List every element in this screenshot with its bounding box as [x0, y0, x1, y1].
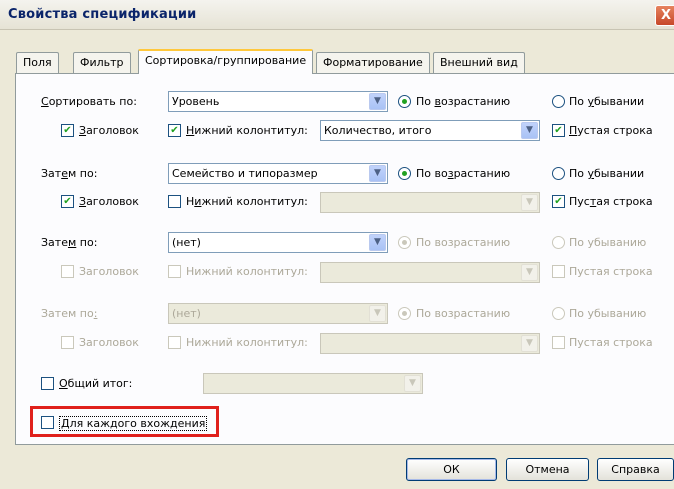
help-button[interactable]: Справка [597, 458, 674, 481]
footer-label-4: Нижний колонтитул: [186, 336, 308, 349]
blank-line-checkbox-4 [552, 336, 565, 349]
chevron-down-icon: ▼ [521, 264, 538, 281]
tab-appearance[interactable]: Внешний вид [433, 52, 525, 73]
then-by-ascending-label-4: По возрастанию [416, 307, 511, 320]
chevron-down-icon: ▼ [521, 194, 538, 211]
chevron-down-icon: ▼ [404, 375, 421, 392]
then-by-ascending-radio-2[interactable] [398, 167, 411, 180]
header-label-2: Заголовок [79, 195, 139, 208]
then-by-descending-radio-2[interactable] [552, 167, 565, 180]
footer-select-2: ▼ [320, 192, 540, 213]
footer-checkbox-4 [168, 336, 181, 349]
then-by-select-3[interactable]: (нет) ▼ [168, 232, 388, 253]
footer-select-1[interactable]: Количество, итого ▼ [320, 120, 540, 141]
then-by-descending-radio-4 [552, 307, 565, 320]
cancel-button[interactable]: Отмена [506, 458, 589, 481]
tab-formatting[interactable]: Форматирование [316, 52, 430, 73]
highlight-annotation [30, 406, 219, 437]
tab-sorting-grouping[interactable]: Сортировка/группирование [138, 49, 314, 74]
header-checkbox-2[interactable]: ✔ [61, 195, 74, 208]
then-by-select-4: (нет) ▼ [168, 303, 388, 324]
chevron-down-icon: ▼ [369, 305, 386, 322]
tab-fields[interactable]: Поля [16, 52, 59, 73]
footer-checkbox-3 [168, 265, 181, 278]
chevron-down-icon: ▼ [369, 234, 386, 251]
sort-by-descending-radio[interactable] [552, 95, 565, 108]
header-label-1: Заголовок [79, 124, 139, 137]
then-by-descending-label-4: По убыванию [569, 307, 647, 320]
window-title: Свойства спецификации [8, 7, 197, 22]
blank-line-label-3: Пустая строка [569, 265, 653, 278]
chevron-down-icon: ▼ [369, 165, 386, 182]
blank-line-label-2: Пустая строка [569, 195, 653, 208]
then-by-ascending-radio-4 [398, 307, 411, 320]
then-by-label-3: Затем по: [41, 236, 98, 249]
header-checkbox-3 [61, 265, 74, 278]
footer-select-3: ▼ [320, 262, 540, 283]
footer-checkbox-2[interactable] [168, 195, 181, 208]
footer-select-4: ▼ [320, 333, 540, 354]
tab-filter[interactable]: Фильтр [73, 52, 131, 73]
chevron-down-icon: ▼ [369, 93, 386, 110]
blank-line-label-4: Пустая строка [569, 336, 653, 349]
header-checkbox-1[interactable]: ✔ [61, 124, 74, 137]
footer-label-1: Нижний колонтитул: [186, 124, 308, 137]
blank-line-label-1: Пустая строка [569, 124, 653, 137]
grand-total-label: Общий итог: [59, 377, 133, 390]
then-by-ascending-label-3: По возрастанию [416, 236, 511, 249]
header-label-3: Заголовок [79, 265, 139, 278]
chevron-down-icon: ▼ [521, 122, 538, 139]
header-checkbox-4 [61, 336, 74, 349]
then-by-select-2[interactable]: Семейство и типоразмер ▼ [168, 163, 388, 184]
then-by-descending-label-2: По убывании [569, 167, 645, 180]
close-button[interactable]: X [655, 5, 674, 26]
sort-by-label: Сортировать по: [41, 95, 137, 108]
header-label-4: Заголовок [79, 336, 139, 349]
sort-by-ascending-label: По возрастанию [416, 95, 511, 108]
chevron-down-icon: ▼ [521, 335, 538, 352]
grand-total-select: ▼ [203, 373, 423, 394]
then-by-label-2: Затем по: [41, 167, 98, 180]
sort-by-descending-label: По убывании [569, 95, 645, 108]
sort-by-select[interactable]: Уровень ▼ [168, 91, 388, 112]
footer-label-2: Нижний колонтитул: [186, 195, 308, 208]
sort-by-ascending-radio[interactable] [398, 95, 411, 108]
grand-total-checkbox[interactable] [41, 377, 54, 390]
then-by-label-4: Затем по: [41, 307, 98, 320]
then-by-ascending-radio-3 [398, 236, 411, 249]
then-by-ascending-label-2: По возрастанию [416, 167, 511, 180]
then-by-descending-label-3: По убыванию [569, 236, 647, 249]
blank-line-checkbox-2[interactable]: ✔ [552, 195, 565, 208]
ok-button[interactable]: ОК [406, 458, 497, 481]
blank-line-checkbox-1[interactable]: ✔ [552, 124, 565, 137]
footer-label-3: Нижний колонтитул: [186, 265, 308, 278]
blank-line-checkbox-3 [552, 265, 565, 278]
footer-checkbox-1[interactable]: ✔ [168, 124, 181, 137]
then-by-descending-radio-3 [552, 236, 565, 249]
